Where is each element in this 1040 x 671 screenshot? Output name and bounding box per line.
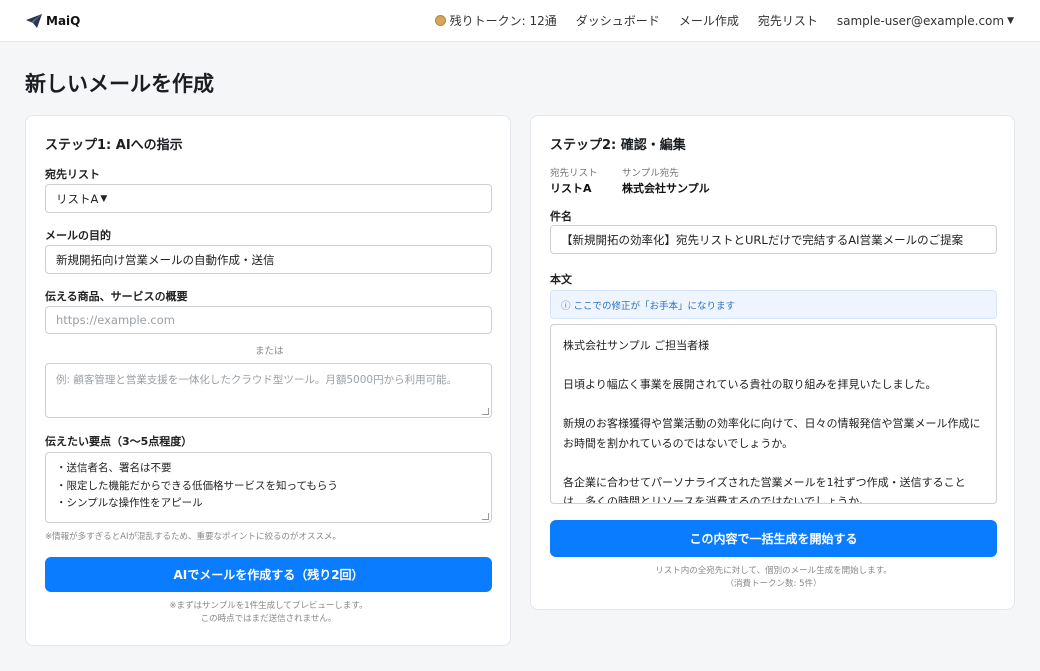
step1-footer-note: ※まずはサンプルを1件生成してプレビューします。 この時点ではまだ送信されません… <box>45 600 492 626</box>
paper-plane-icon <box>26 13 42 28</box>
caret-down-icon: ▼ <box>1007 15 1014 26</box>
generate-sample-button[interactable]: AIでメールを作成する（残り2回） <box>45 557 492 592</box>
recipient-list-select[interactable]: リストA ▼ <box>45 184 492 213</box>
step2-title: ステップ2: 確認・編集 <box>550 138 686 153</box>
page-title: 新しいメールを作成 <box>25 72 214 96</box>
nav-recipient-lists[interactable]: 宛先リスト <box>758 12 818 29</box>
user-menu[interactable]: sample-user@example.com ▼ <box>837 14 1014 28</box>
resize-handle[interactable] <box>482 513 489 520</box>
step1-footer-note-line2: この時点ではまだ送信されません。 <box>200 614 337 624</box>
purpose-label: メールの目的 <box>45 229 111 242</box>
body-paragraph: 株式会社サンプル ご担当者様 <box>563 339 710 352</box>
recipient-list-label: 宛先リスト <box>45 168 100 181</box>
body-label: 本文 <box>550 273 572 286</box>
list-meta-value: リストA <box>550 182 592 195</box>
key-points-textarea[interactable]: ・送信者名、署名は不要 ・限定した機能だからできる低価格サービスを知ってもらう … <box>45 452 492 523</box>
step1-footer-note-line1: ※まずはサンプルを1件生成してプレビューします。 <box>169 601 368 611</box>
user-email: sample-user@example.com <box>836 13 1005 28</box>
token-counter-label: 残りトークン: 12通 <box>449 14 557 28</box>
or-divider: または <box>255 346 284 357</box>
product-description-textarea[interactable]: 例: 顧客管理と営業支援を一体化したクラウド型ツール。月額5000円から利用可能… <box>45 363 492 418</box>
main-nav: 残りトークン: 12通 ダッシュボード メール作成 宛先リスト sample-u… <box>434 12 1014 29</box>
token-counter: 残りトークン: 12通 <box>434 12 557 29</box>
top-navbar: MaiQ 残りトークン: 12通 ダッシュボード メール作成 宛先リスト sam… <box>0 0 1040 42</box>
key-point-line: ・シンプルな操作性をアピール <box>56 497 203 509</box>
key-point-line: ・送信者名、署名は不要 <box>56 462 172 474</box>
key-points-hint: ※情報が多すぎるとAIが混乱するため、重要なポイントに絞るのがオススメ。 <box>45 532 341 542</box>
step1-title: ステップ1: AIへの指示 <box>45 138 183 153</box>
list-meta-label: 宛先リスト <box>550 168 598 179</box>
sample-recipient-value: 株式会社サンプル <box>622 182 710 195</box>
coin-icon <box>434 15 446 26</box>
recipient-list-value: リストA <box>56 191 99 206</box>
product-overview-label: 伝える商品、サービスの概要 <box>45 290 188 303</box>
subject-label: 件名 <box>550 210 572 223</box>
key-points-label: 伝えたい要点（3〜5点程度） <box>45 435 193 448</box>
sample-recipient-label: サンプル宛先 <box>622 168 679 179</box>
resize-handle[interactable] <box>482 408 489 415</box>
purpose-input[interactable]: 新規開拓向け営業メールの自動作成・送信 <box>45 245 492 274</box>
brand-logo[interactable]: MaiQ <box>26 13 81 28</box>
step2-footer-note: リスト内の全宛先に対して、個別のメール生成を開始します。 （消費トークン数: 5… <box>550 565 997 591</box>
body-paragraph: 新規のお客様獲得や営業活動の効率化に向けて、日々の情報発信や営業メール作成にお時… <box>563 417 981 450</box>
body-paragraph: 各企業に合わせてパーソナライズされた営業メールを1社ずつ作成・送信することは、多… <box>563 475 966 504</box>
subject-input[interactable]: 【新規開拓の効率化】宛先リストとURLだけで完結するAI営業メールのご提案 <box>550 225 997 254</box>
step2-card: ステップ2: 確認・編集 宛先リスト リストA サンプル宛先 株式会社サンプル … <box>530 115 1015 610</box>
edit-hint-text: ⓘ ここでの修正が「お手本」になります <box>561 300 736 312</box>
product-description-placeholder: 例: 顧客管理と営業支援を一体化したクラウド型ツール。月額5000円から利用可能… <box>56 374 458 386</box>
edit-hint-banner: ⓘ ここでの修正が「お手本」になります <box>550 290 997 319</box>
bulk-generate-button[interactable]: この内容で一括生成を開始する <box>550 520 997 557</box>
nav-compose[interactable]: メール作成 <box>679 12 739 29</box>
nav-dashboard[interactable]: ダッシュボード <box>576 12 660 29</box>
body-textarea[interactable]: 株式会社サンプル ご担当者様 日頃より幅広く事業を展開されている貴社の取り組みを… <box>550 324 997 504</box>
caret-down-icon: ▼ <box>100 193 108 204</box>
step2-footer-note-line1: リスト内の全宛先に対して、個別のメール生成を開始します。 <box>655 566 892 576</box>
brand-name: MaiQ <box>46 13 81 28</box>
url-input[interactable]: https://example.com <box>45 306 492 334</box>
step1-card: ステップ1: AIへの指示 宛先リスト リストA ▼ メールの目的 新規開拓向け営… <box>25 115 511 646</box>
step2-footer-note-line2: （消費トークン数: 5件） <box>725 579 822 589</box>
key-point-line: ・限定した機能だからできる低価格サービスを知ってもらう <box>56 479 338 492</box>
body-paragraph: 日頃より幅広く事業を展開されている貴社の取り組みを拝見いたしました。 <box>563 378 937 391</box>
